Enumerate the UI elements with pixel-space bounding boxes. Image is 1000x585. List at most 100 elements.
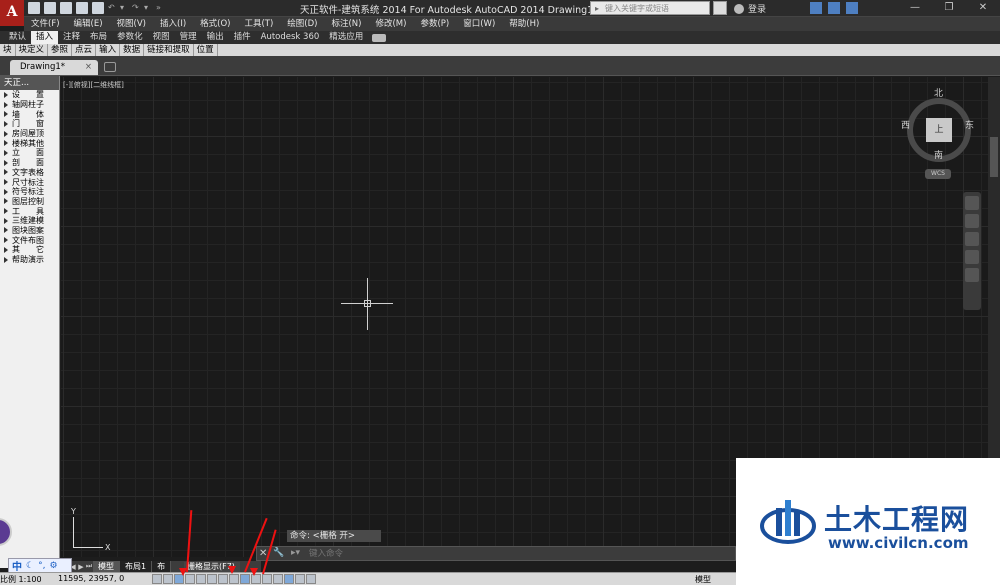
menu-edit[interactable]: 编辑(E) — [67, 17, 110, 31]
last-tab-icon[interactable]: ⏭ — [85, 562, 93, 571]
menu-insert[interactable]: 插入(I) — [153, 17, 193, 31]
undo-icon[interactable]: ↶ — [108, 2, 116, 14]
help-icon[interactable] — [846, 2, 858, 14]
tab-layout[interactable]: 布局 — [85, 31, 112, 44]
ime-language-indicator[interactable]: 中 — [12, 558, 22, 573]
redo-icon[interactable]: ↷ — [132, 2, 140, 14]
save-as-icon[interactable] — [76, 2, 88, 14]
tab-featured-apps[interactable]: 精选应用 — [324, 31, 368, 44]
search-button[interactable] — [713, 1, 727, 15]
palette-header[interactable]: 天正... — [0, 76, 59, 90]
menu-tools[interactable]: 工具(T) — [237, 17, 280, 31]
ribbon-options-icon[interactable] — [372, 34, 387, 42]
model-space-indicator[interactable]: 模型 — [695, 574, 711, 585]
zoom-icon[interactable] — [965, 232, 979, 246]
tab-plugins[interactable]: 插件 — [229, 31, 256, 44]
snap-mode-icon[interactable] — [163, 574, 173, 584]
gear-icon[interactable]: ⚙ — [49, 561, 57, 571]
panel-reference[interactable]: 参照 — [48, 44, 73, 56]
moon-icon[interactable]: ☾ — [26, 561, 34, 571]
menu-draw[interactable]: 绘图(D) — [280, 17, 324, 31]
tab-annotate[interactable]: 注释 — [58, 31, 85, 44]
panel-block[interactable]: 块 — [0, 44, 16, 56]
scale-indicator[interactable]: 比例 1:100 — [0, 574, 42, 585]
object-snap-icon[interactable] — [207, 574, 217, 584]
punctuation-icon[interactable]: °, — [38, 561, 45, 571]
wcs-menu[interactable]: WCS — [925, 169, 951, 179]
tab-manage[interactable]: 管理 — [175, 31, 202, 44]
tab-layout1[interactable]: 布局1 — [120, 561, 153, 572]
menu-file[interactable]: 文件(F) — [24, 17, 67, 31]
panel-data[interactable]: 数据 — [120, 44, 145, 56]
quick-properties-icon[interactable] — [284, 574, 294, 584]
orbit-icon[interactable] — [965, 250, 979, 264]
3d-object-snap-icon[interactable] — [218, 574, 228, 584]
object-snap-tracking-icon[interactable] — [229, 574, 239, 584]
compass-west[interactable]: 西 — [901, 118, 910, 131]
next-tab-icon[interactable]: ▶ — [77, 563, 85, 571]
menu-parametric[interactable]: 参数(P) — [413, 17, 456, 31]
panel-block-definition[interactable]: 块定义 — [16, 44, 49, 56]
compass-north[interactable]: 北 — [934, 86, 943, 99]
document-tab[interactable]: Drawing1* × — [10, 60, 98, 75]
wrench-icon[interactable]: 🔧 — [273, 548, 284, 558]
panel-import[interactable]: 输入 — [96, 44, 121, 56]
ribbon-tabs: 默认 插入 注释 布局 参数化 视图 管理 输出 插件 Autodesk 360… — [0, 31, 1000, 44]
tab-parametric[interactable]: 参数化 — [112, 31, 148, 44]
menu-help[interactable]: 帮助(H) — [502, 17, 546, 31]
compass-east[interactable]: 东 — [965, 118, 974, 131]
panel-location[interactable]: 位置 — [194, 44, 218, 56]
close-button[interactable]: ✕ — [966, 0, 1000, 16]
panel-point-cloud[interactable]: 点云 — [72, 44, 97, 56]
dynamic-ucs-icon[interactable] — [240, 574, 250, 584]
menu-modify[interactable]: 修改(M) — [368, 17, 413, 31]
print-icon[interactable] — [92, 2, 104, 14]
ime-toolbar[interactable]: 中 ☾ °, ⚙ — [8, 558, 72, 573]
menu-view[interactable]: 视图(V) — [110, 17, 153, 31]
annotation-monitor-icon[interactable] — [306, 574, 316, 584]
palette-item-help-demo[interactable]: 帮助演示 — [0, 255, 59, 265]
infer-constraints-icon[interactable] — [152, 574, 162, 584]
coordinate-readout[interactable]: 11595, 23957, 0 — [58, 574, 124, 583]
viewcube[interactable]: 上 北 南 东 西 — [901, 86, 975, 162]
exchange-icon[interactable] — [810, 2, 822, 14]
redo-dropdown-icon[interactable]: ▾ — [144, 2, 152, 14]
tab-output[interactable]: 输出 — [202, 31, 229, 44]
new-file-icon[interactable] — [28, 2, 40, 14]
search-input[interactable]: 键入关键字或短语 — [590, 1, 710, 16]
minimize-button[interactable]: — — [898, 0, 932, 16]
tab-autodesk-360[interactable]: Autodesk 360 — [256, 31, 325, 44]
command-input[interactable] — [309, 548, 709, 560]
tab-model[interactable]: 模型 — [93, 561, 120, 572]
selection-cycling-icon[interactable] — [295, 574, 305, 584]
autodesk-icon[interactable] — [828, 2, 840, 14]
steering-wheel-icon[interactable] — [965, 196, 979, 210]
lineweight-icon[interactable] — [262, 574, 272, 584]
viewport-controls-label[interactable]: [-][俯视][二维线框] — [63, 80, 124, 90]
compass-south[interactable]: 南 — [934, 148, 943, 161]
command-prompt-icon[interactable]: ▸▾ — [291, 548, 300, 558]
new-tab-icon[interactable] — [104, 62, 116, 72]
scrollbar-thumb[interactable] — [990, 137, 998, 177]
transparency-icon[interactable] — [273, 574, 283, 584]
tab-insert[interactable]: 插入 — [31, 31, 59, 44]
tab-layout2[interactable]: 布 — [152, 561, 172, 572]
close-tab-icon[interactable]: × — [85, 60, 92, 75]
menu-window[interactable]: 窗口(W) — [456, 17, 502, 31]
maximize-button[interactable]: ❐ — [932, 0, 966, 16]
panel-link-extract[interactable]: 链接和提取 — [144, 44, 194, 56]
tab-default[interactable]: 默认 — [4, 31, 31, 44]
customize-toolbar-icon[interactable]: » — [156, 2, 164, 14]
open-file-icon[interactable] — [44, 2, 56, 14]
undo-dropdown-icon[interactable]: ▾ — [120, 2, 128, 14]
pan-icon[interactable] — [965, 214, 979, 228]
login-area[interactable]: 登录 — [734, 2, 766, 15]
autocad-logo-icon[interactable]: A — [0, 0, 24, 26]
viewcube-top-face[interactable]: 上 — [926, 118, 952, 142]
polar-tracking-icon[interactable] — [196, 574, 206, 584]
menu-format[interactable]: 格式(O) — [193, 17, 237, 31]
tab-view[interactable]: 视图 — [148, 31, 175, 44]
showmotion-icon[interactable] — [965, 268, 979, 282]
save-icon[interactable] — [60, 2, 72, 14]
menu-dimension[interactable]: 标注(N) — [324, 17, 368, 31]
